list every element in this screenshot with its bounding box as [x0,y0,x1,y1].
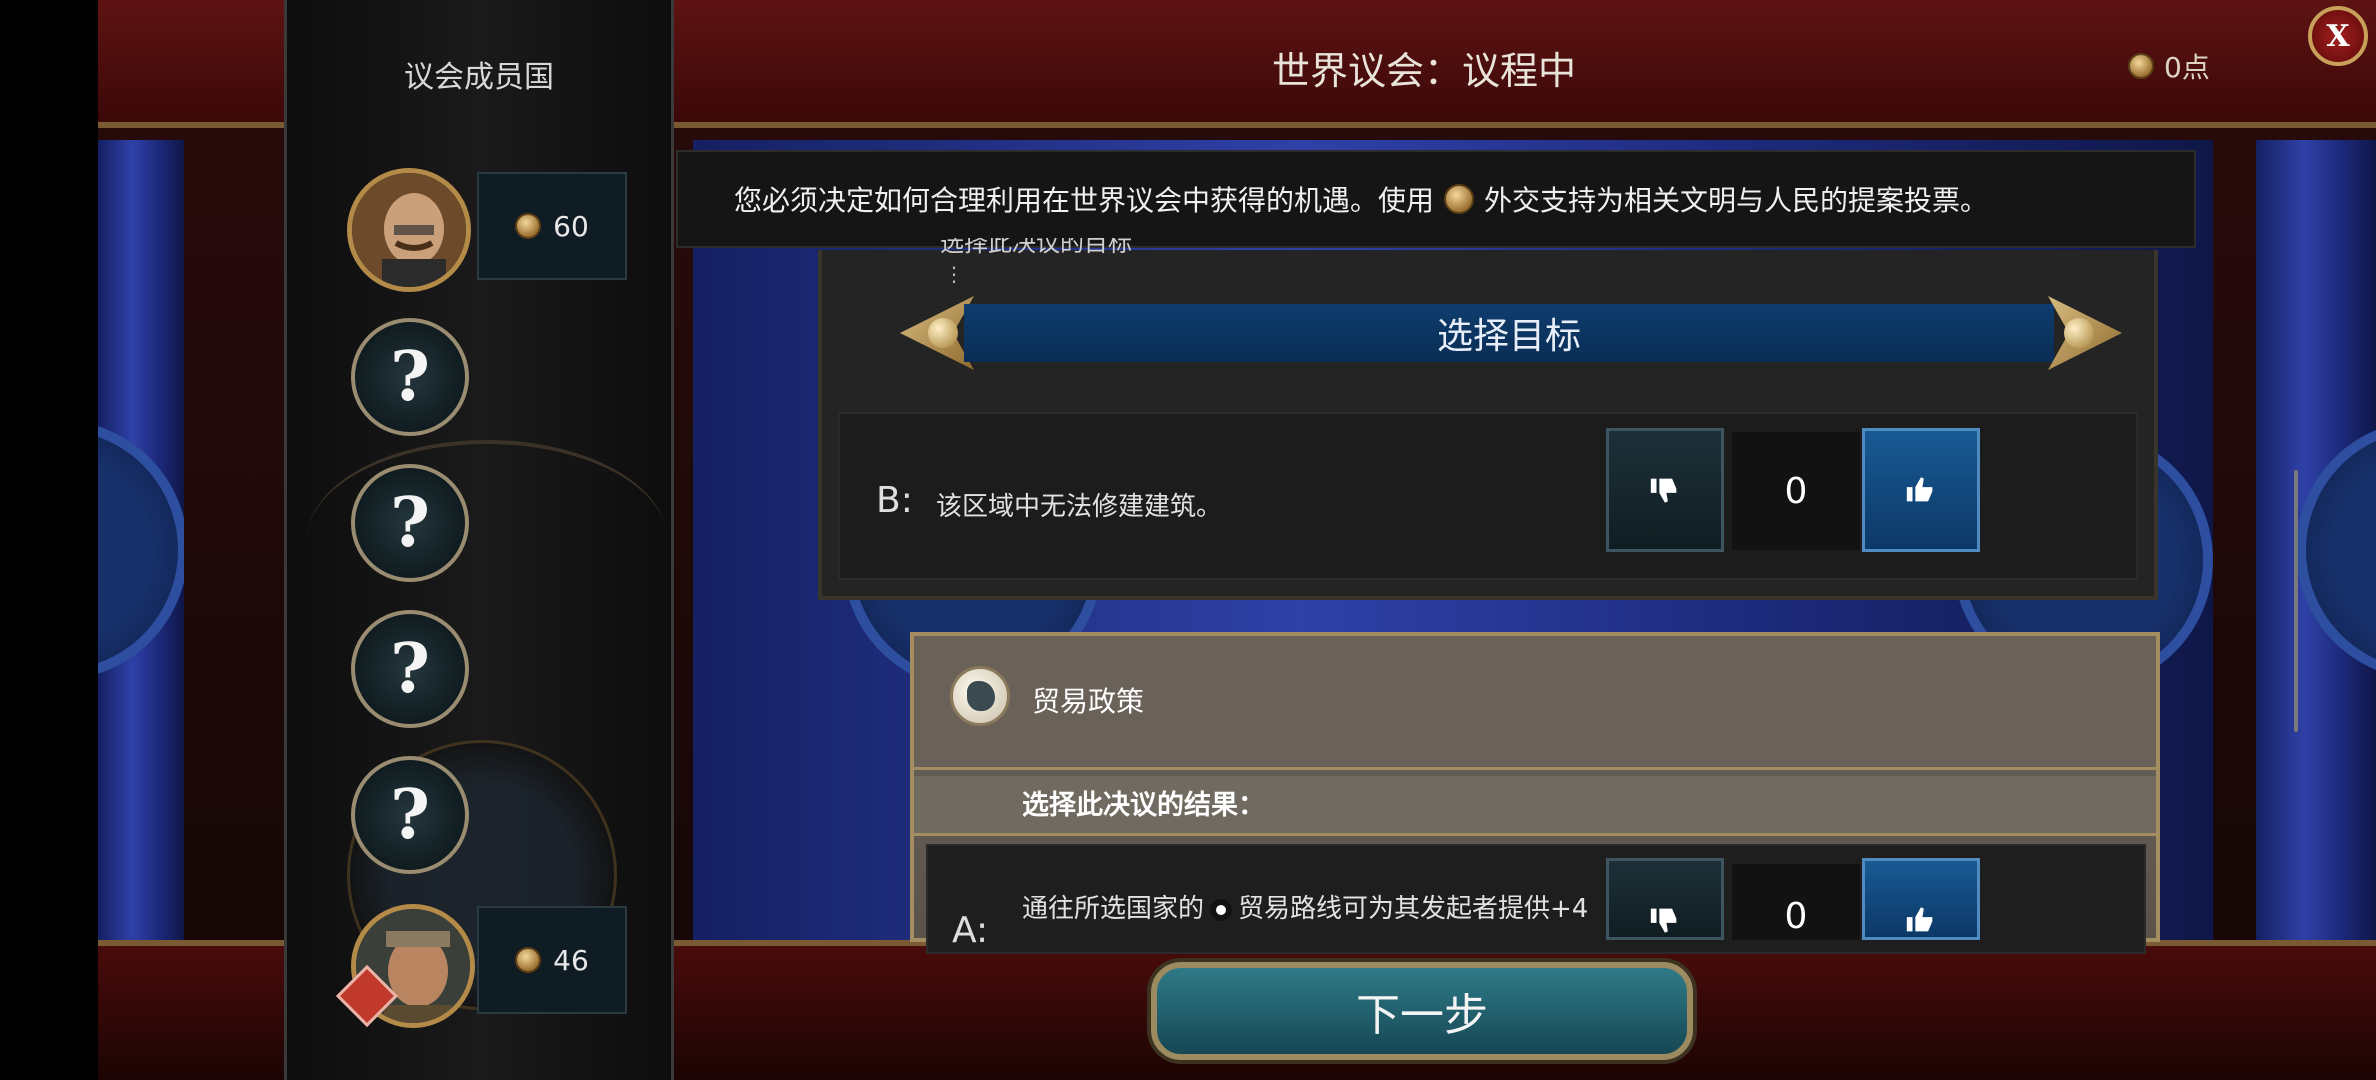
left-banner [98,140,184,940]
option-a-text: 通往所选国家的 贸易路线可为其发起者提供+4 [1022,894,1589,924]
instructions-bar: 您必须决定如何合理利用在世界议会中获得的机遇。使用 外交支持为相关文明与人民的提… [676,150,2196,248]
proposals-scrollbar[interactable] [2294,470,2298,732]
question-mark-icon: ? [390,775,430,855]
diplomatic-favor-icon [1444,184,1475,214]
unknown-member-slot[interactable]: ? [351,464,469,582]
diplomatic-favor-icon [2128,53,2154,79]
close-icon: X [2326,18,2350,54]
thumbs-up-icon [1906,477,1933,502]
member-votes-1: 60 [477,172,627,280]
unknown-member-slot[interactable]: ? [351,756,469,874]
unknown-member-slot[interactable]: ? [351,610,469,728]
diplomatic-favor-icon [515,947,542,973]
proposal-1-partial-header: 选择此决议的目标 [940,238,1132,254]
close-button[interactable]: X [2308,6,2368,66]
vote-against-button-a[interactable] [1606,858,1724,940]
game-screen: 世界议会：议程中 0点 X 议会成员国 60 ? ? ? ? 46 您必须决定如… [98,0,2376,1080]
vote-count-b: 0 [1732,432,1860,550]
option-b-label: B: [876,480,913,521]
thumbs-down-icon [1650,478,1677,503]
select-target-button[interactable]: 选择目标 [964,304,2054,362]
trade-route-icon [1210,898,1233,921]
vote-for-button-b[interactable] [1862,428,1980,552]
unknown-member-slot[interactable]: ? [351,318,469,436]
question-mark-icon: ? [390,337,430,417]
page-title: 世界议会：议程中 [1272,49,1577,93]
vote-for-button-a[interactable] [1862,858,1980,940]
question-mark-icon: ? [390,629,430,709]
next-step-button[interactable]: 下一步 [1151,962,1693,1060]
question-mark-icon: ? [390,483,430,563]
option-a-label: A: [952,910,989,951]
member-panel-title: 议会成员国 [404,60,554,95]
member-votes-2: 46 [477,906,627,1014]
right-banner [2256,140,2376,940]
favor-points: 0点 [2128,46,2210,86]
member-panel: 议会成员国 60 ? ? ? ? 46 [284,0,674,1080]
diplomatic-favor-icon [515,213,542,239]
favor-points-value: 0点 [2164,51,2210,84]
member-avatar-leader-1[interactable] [347,168,471,292]
thumbs-up-icon [1906,907,1933,932]
proposal-2-title: 贸易政策 [1032,685,1145,718]
globe-icon [950,666,1010,726]
choose-outcome-heading: 选择此决议的结果： [914,776,2156,836]
vote-against-button-b[interactable] [1606,428,1724,552]
vote-count-a: 0 [1732,864,1860,940]
option-b-text: 该区域中无法修建建筑。 [936,492,1223,522]
thumbs-down-icon [1650,908,1677,933]
